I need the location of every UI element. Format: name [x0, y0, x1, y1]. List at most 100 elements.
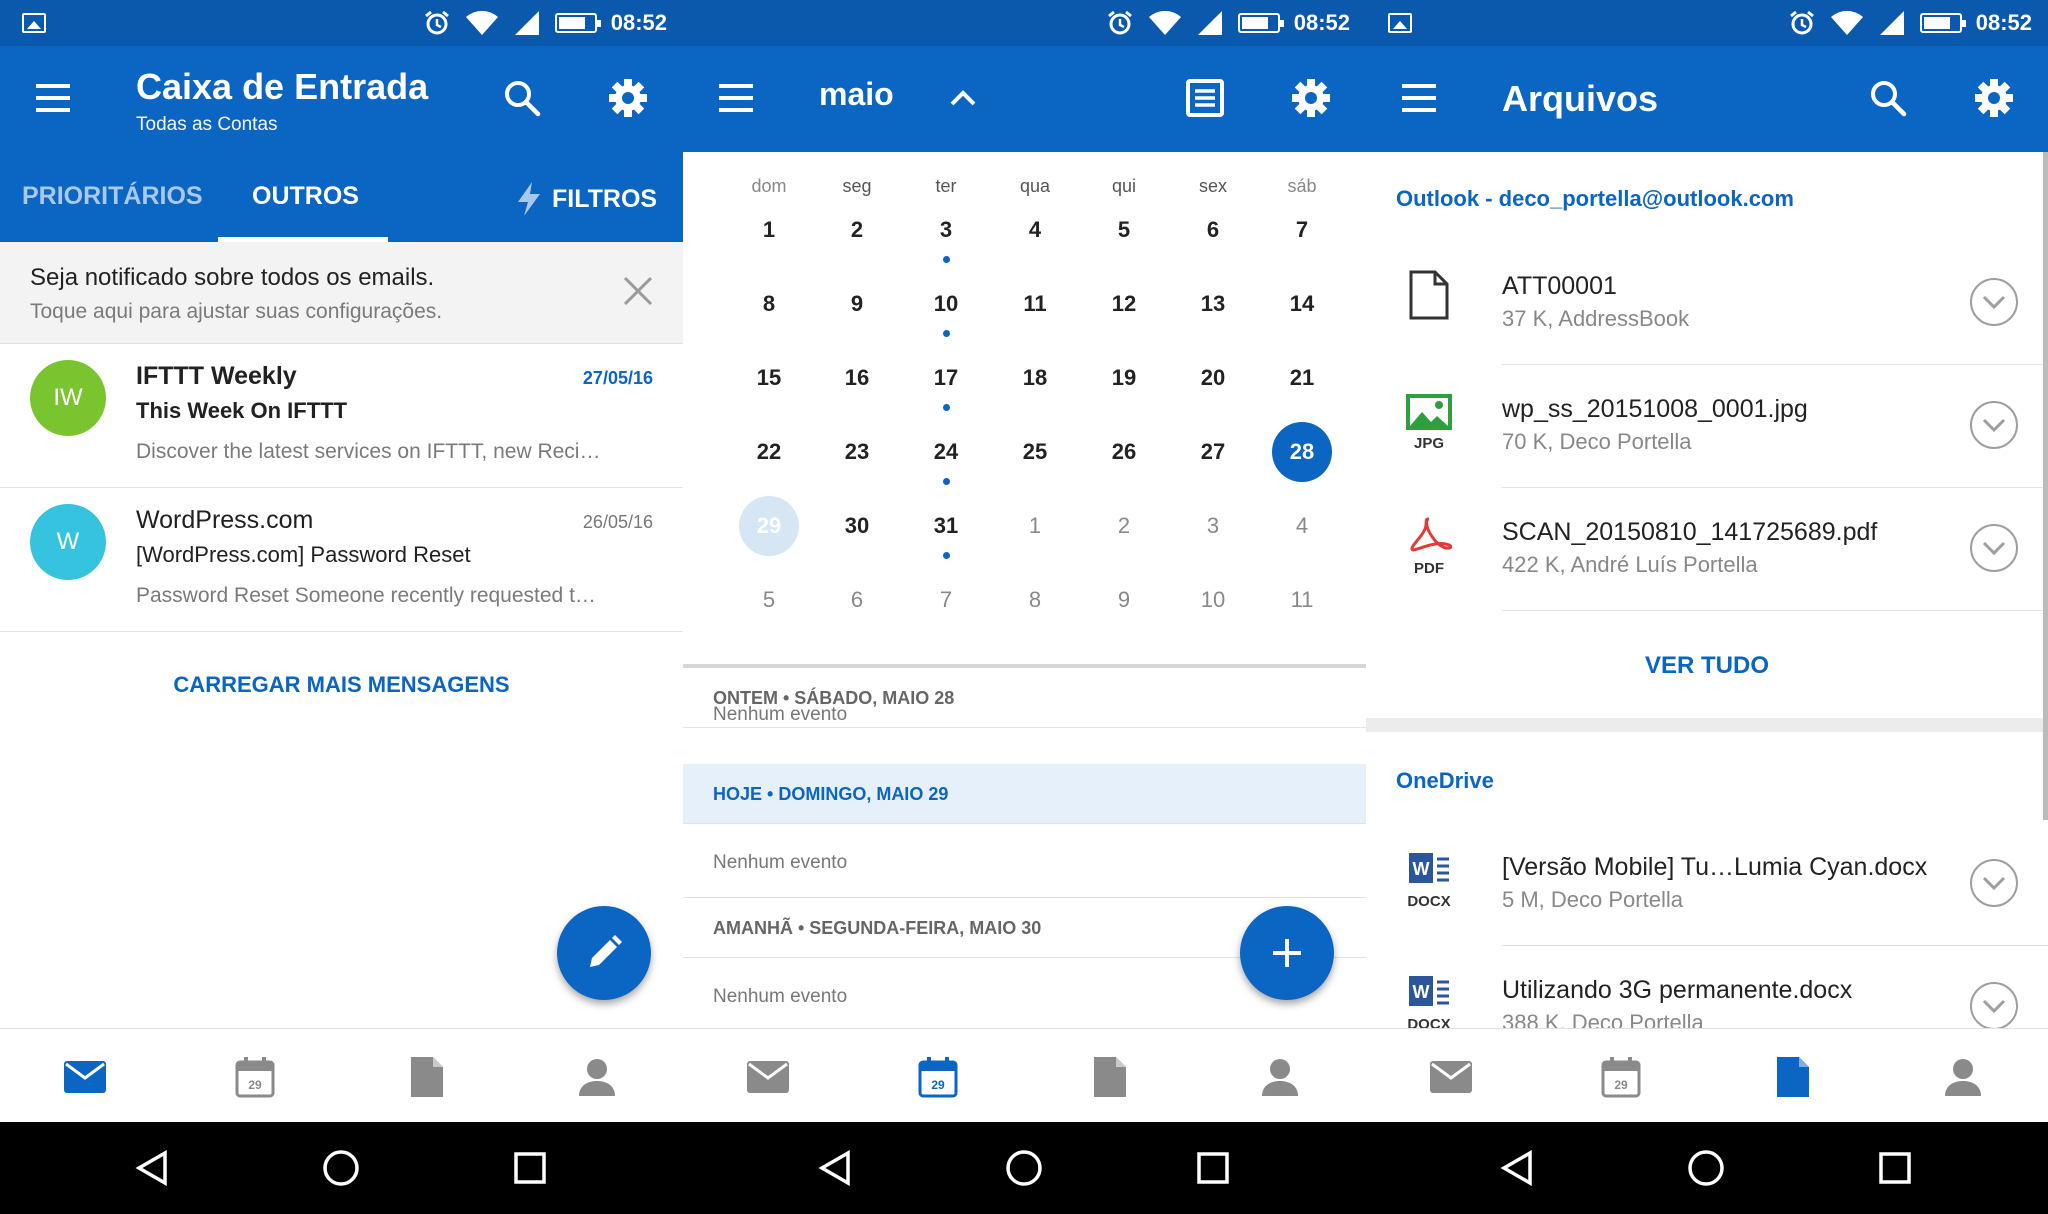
nav-files-icon[interactable]	[405, 1055, 449, 1099]
calendar-day[interactable]: 2	[1094, 496, 1154, 556]
calendar-day[interactable]: 5	[739, 570, 799, 630]
load-more-button[interactable]: CARREGAR MAIS MENSAGENS	[0, 672, 683, 698]
calendar-day[interactable]: 18	[1005, 348, 1065, 408]
calendar-day[interactable]: 9	[1094, 570, 1154, 630]
gear-icon[interactable]	[1287, 74, 1335, 122]
calendar-day[interactable]: 1	[1005, 496, 1065, 556]
nav-calendar-icon[interactable]: 29	[916, 1055, 960, 1099]
menu-icon[interactable]	[719, 84, 753, 112]
calendar-day[interactable]: 20	[1183, 348, 1243, 408]
scrollbar[interactable]	[2043, 152, 2048, 820]
calendar-day[interactable]: 19	[1094, 348, 1154, 408]
file-item[interactable]: PDF SCAN_20150810_141725689.pdf 422 K, A…	[1366, 488, 2048, 611]
calendar-day[interactable]: 11	[1272, 570, 1332, 630]
calendar-day[interactable]: 8	[1005, 570, 1065, 630]
calendar-day[interactable]: 31	[916, 496, 976, 556]
nav-people-icon[interactable]	[1941, 1055, 1985, 1099]
message-item[interactable]: W WordPress.com [WordPress.com] Password…	[0, 488, 683, 632]
nav-people-icon[interactable]	[1258, 1055, 1302, 1099]
file-item[interactable]: W DOCX [Versão Mobile] Tu…Lumia Cyan.doc…	[1366, 823, 2048, 946]
notification-banner[interactable]: Seja notificado sobre todos os emails. T…	[0, 242, 683, 344]
back-icon[interactable]	[1493, 1144, 1541, 1192]
chevron-down-icon[interactable]	[1970, 278, 2018, 326]
file-item[interactable]: JPG wp_ss_20151008_0001.jpg 70 K, Deco P…	[1366, 365, 2048, 488]
nav-mail-icon[interactable]	[1429, 1055, 1473, 1099]
account-subtitle[interactable]: Todas as Contas	[136, 114, 278, 136]
calendar-day[interactable]: 14	[1272, 274, 1332, 334]
chevron-up-icon[interactable]	[939, 74, 987, 122]
agenda-view-icon[interactable]	[1181, 74, 1229, 122]
month-title[interactable]: maio	[819, 76, 894, 113]
calendar-day[interactable]: 15	[739, 348, 799, 408]
calendar-day[interactable]: 11	[1005, 274, 1065, 334]
file-item[interactable]: ATT00001 37 K, AddressBook	[1366, 242, 2048, 365]
chevron-down-icon[interactable]	[1970, 859, 2018, 907]
recents-icon[interactable]	[506, 1144, 554, 1192]
see-all-button[interactable]: VER TUDO	[1366, 652, 2048, 680]
calendar-day[interactable]: 30	[827, 496, 887, 556]
calendar-day[interactable]: 17	[916, 348, 976, 408]
nav-people-icon[interactable]	[575, 1055, 619, 1099]
calendar-day[interactable]: 4	[1005, 200, 1065, 260]
nav-mail-icon[interactable]	[63, 1055, 107, 1099]
filters-button[interactable]: FILTROS	[516, 182, 657, 216]
calendar-day[interactable]: 10	[916, 274, 976, 334]
calendar-day[interactable]: 3	[916, 200, 976, 260]
recents-icon[interactable]	[1189, 1144, 1237, 1192]
chevron-down-icon[interactable]	[1970, 401, 2018, 449]
calendar-day[interactable]: 10	[1183, 570, 1243, 630]
calendar-screen: 08:52 maio dom seg ter qua qui sex sáb 1 2 3 4 5 6 7 8…	[683, 0, 1366, 1122]
gear-icon[interactable]	[604, 74, 652, 122]
home-icon[interactable]	[317, 1144, 365, 1192]
calendar-day[interactable]: 2	[827, 200, 887, 260]
back-icon[interactable]	[811, 1144, 859, 1192]
calendar-day[interactable]: 27	[1183, 422, 1243, 482]
calendar-day[interactable]: 24	[916, 422, 976, 482]
calendar-day[interactable]: 6	[1183, 200, 1243, 260]
calendar-day[interactable]: 23	[827, 422, 887, 482]
calendar-day[interactable]: 1	[739, 200, 799, 260]
nav-files-icon[interactable]	[1088, 1055, 1132, 1099]
nav-mail-icon[interactable]	[746, 1055, 790, 1099]
calendar-day[interactable]: 22	[739, 422, 799, 482]
menu-icon[interactable]	[36, 84, 70, 112]
calendar-day[interactable]: 8	[739, 274, 799, 334]
new-event-button[interactable]	[1240, 906, 1334, 1000]
wifi-icon	[1148, 10, 1181, 36]
calendar-day[interactable]: 9	[827, 274, 887, 334]
calendar-day[interactable]: 6	[827, 570, 887, 630]
calendar-day[interactable]: 7	[1272, 200, 1332, 260]
file-icon	[1396, 270, 1462, 336]
calendar-day[interactable]: 13	[1183, 274, 1243, 334]
nav-files-icon[interactable]	[1771, 1055, 1815, 1099]
calendar-day[interactable]: 4	[1272, 496, 1332, 556]
close-icon[interactable]	[621, 274, 655, 308]
calendar-day[interactable]: 12	[1094, 274, 1154, 334]
calendar-day[interactable]: 5	[1094, 200, 1154, 260]
calendar-day[interactable]: 29	[739, 496, 799, 556]
home-icon[interactable]	[1000, 1144, 1048, 1192]
calendar-day[interactable]: 7	[916, 570, 976, 630]
menu-icon[interactable]	[1402, 84, 1436, 112]
compose-button[interactable]	[557, 906, 651, 1000]
chevron-down-icon[interactable]	[1970, 524, 2018, 572]
recents-icon[interactable]	[1871, 1144, 1919, 1192]
tab-other[interactable]: OUTROS	[252, 182, 359, 211]
nav-calendar-icon[interactable]: 29	[1599, 1055, 1643, 1099]
calendar-day[interactable]: 21	[1272, 348, 1332, 408]
chevron-down-icon[interactable]	[1970, 982, 2018, 1028]
calendar-day[interactable]: 16	[827, 348, 887, 408]
calendar-day[interactable]: 26	[1094, 422, 1154, 482]
file-item[interactable]: W DOCX Utilizando 3G permanente.docx 388…	[1366, 946, 2048, 1028]
search-icon[interactable]	[1864, 74, 1912, 122]
calendar-day[interactable]: 25	[1005, 422, 1065, 482]
search-icon[interactable]	[498, 74, 546, 122]
back-icon[interactable]	[128, 1144, 176, 1192]
gear-icon[interactable]	[1970, 74, 2018, 122]
calendar-day[interactable]: 3	[1183, 496, 1243, 556]
home-icon[interactable]	[1682, 1144, 1730, 1192]
message-item[interactable]: IW IFTTT Weekly This Week On IFTTT Disco…	[0, 344, 683, 488]
tab-focused[interactable]: PRIORITÁRIOS	[22, 182, 203, 211]
calendar-day[interactable]: 28	[1272, 422, 1332, 482]
nav-calendar-icon[interactable]: 29	[233, 1055, 277, 1099]
